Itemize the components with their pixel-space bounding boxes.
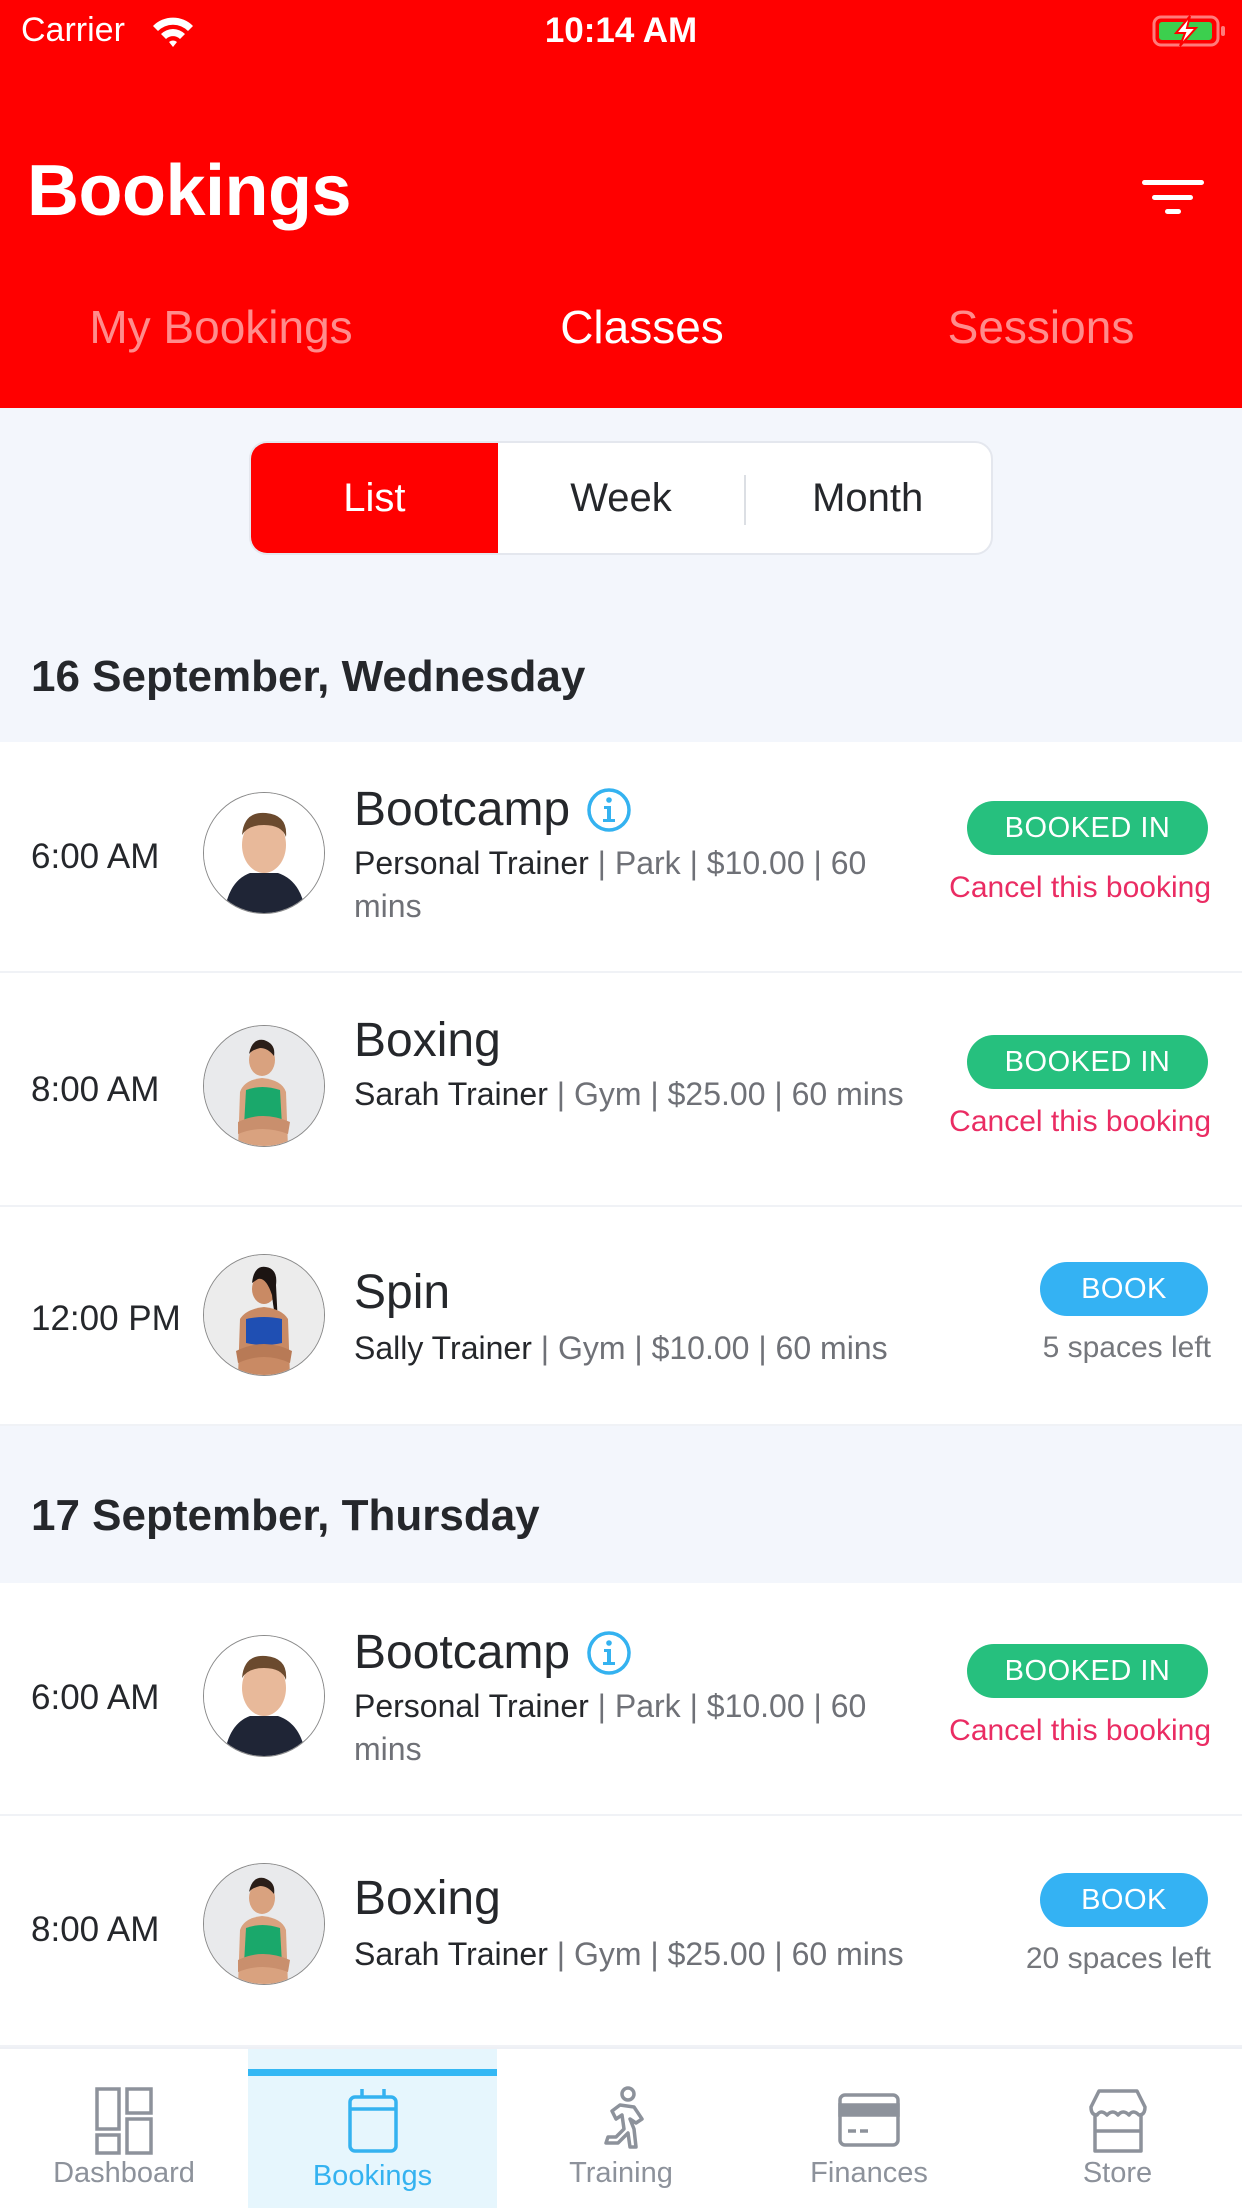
segment-divider — [744, 475, 747, 525]
trainer-avatar — [203, 1635, 325, 1757]
class-details: Personal Trainer | Park | $10.00 | 60 mi… — [354, 842, 914, 928]
app-header: Carrier 10:14 AM Bookings My Bookings Cl… — [0, 0, 1242, 408]
tab-label: Dashboard — [53, 2157, 195, 2189]
class-row[interactable]: 6:00 AM Bootcamp Personal Trainer | Park… — [0, 742, 1242, 973]
spaces-left: 5 spaces left — [1042, 1331, 1211, 1364]
top-tabs: My Bookings Classes Sessions — [0, 300, 1242, 370]
date-header: 17 September, Thursday — [0, 1426, 1242, 1583]
class-row[interactable]: 8:00 AM Boxing Sarah Trainer | Gym | $25… — [0, 1816, 1242, 2047]
trainer-name: Sally Trainer — [354, 1330, 532, 1366]
class-row[interactable]: 6:00 AM Bootcamp Personal Trainer | Park… — [0, 1583, 1242, 1816]
class-time: 6:00 AM — [31, 837, 160, 876]
class-title-line: Bootcamp — [354, 782, 632, 837]
battery-charging-icon — [1152, 15, 1225, 47]
tab-label: Training — [569, 2157, 673, 2189]
class-details: Sarah Trainer | Gym | $25.00 | 60 mins — [354, 1933, 974, 1976]
toggle-month-label: Month — [812, 475, 924, 520]
class-time: 12:00 PM — [31, 1299, 181, 1338]
clock: 10:14 AM — [544, 11, 698, 50]
cancel-booking-link[interactable]: Cancel this booking — [949, 1105, 1211, 1139]
class-title-line: Bootcamp — [354, 1625, 632, 1680]
class-title: Bootcamp — [354, 1626, 571, 1679]
class-title: Spin — [354, 1266, 451, 1319]
class-title-line: Spin — [354, 1265, 450, 1320]
tab-label: Finances — [810, 2157, 928, 2189]
info-icon[interactable] — [586, 787, 632, 833]
toggle-month[interactable]: Month — [744, 443, 991, 553]
toggle-week-label: Week — [570, 475, 672, 520]
info-icon[interactable] — [586, 1630, 632, 1676]
tab-label: Bookings — [312, 2160, 433, 2192]
class-title: Bootcamp — [354, 783, 571, 836]
class-title: Boxing — [354, 1872, 501, 1925]
date-label: 17 September, Thursday — [31, 1491, 540, 1540]
toggle-list[interactable]: List — [251, 443, 498, 553]
class-details: Personal Trainer | Park | $10.00 | 60 mi… — [354, 1685, 914, 1771]
book-button[interactable]: BOOK — [1040, 1873, 1208, 1927]
book-button[interactable]: BOOK — [1040, 1262, 1208, 1316]
trainer-name: Personal Trainer — [354, 845, 589, 881]
tab-bookings[interactable]: Bookings — [248, 2049, 497, 2208]
trainer-name: Personal Trainer — [354, 1688, 589, 1724]
bottom-tab-bar: Dashboard Bookings Training Finances Sto… — [0, 2047, 1242, 2208]
tab-classes[interactable]: Classes — [560, 300, 724, 354]
class-title: Boxing — [354, 1014, 501, 1067]
toggle-week[interactable]: Week — [498, 443, 745, 553]
filter-button[interactable] — [1134, 168, 1214, 228]
class-meta: | Gym | $25.00 | 60 mins — [547, 1936, 904, 1972]
class-title-line: Boxing — [354, 1871, 501, 1926]
trainer-avatar — [203, 1254, 325, 1376]
tab-training[interactable]: Training — [497, 2049, 745, 2208]
tab-dashboard[interactable]: Dashboard — [0, 2049, 248, 2208]
date-label: 16 September, Wednesday — [31, 652, 586, 701]
dashboard-icon — [95, 2087, 153, 2155]
class-meta: | Gym | $10.00 | 60 mins — [531, 1330, 888, 1366]
class-details: Sarah Trainer | Gym | $25.00 | 60 mins — [354, 1073, 914, 1116]
class-row[interactable]: 8:00 AM Boxing Sarah Trainer | Gym | $25… — [0, 973, 1242, 1207]
trainer-avatar — [203, 1863, 325, 1985]
page-title: Bookings — [27, 151, 352, 231]
tab-store[interactable]: Store — [993, 2049, 1242, 2208]
trainer-name: Sarah Trainer — [354, 1076, 548, 1112]
running-icon — [604, 2086, 644, 2149]
booked-in-badge[interactable]: BOOKED IN — [967, 1035, 1208, 1089]
class-title-line: Boxing — [354, 1013, 501, 1068]
class-meta: | Gym | $25.00 | 60 mins — [547, 1076, 904, 1112]
booked-in-badge[interactable]: BOOKED IN — [967, 801, 1208, 855]
date-header: 16 September, Wednesday — [0, 582, 1242, 742]
class-time: 8:00 AM — [31, 1070, 160, 1109]
status-bar: Carrier 10:14 AM — [0, 0, 1242, 62]
cancel-booking-link[interactable]: Cancel this booking — [949, 871, 1211, 905]
class-row[interactable]: 12:00 PM Spin Sally Trainer | Gym | $10.… — [0, 1207, 1242, 1426]
trainer-name: Sarah Trainer — [354, 1936, 548, 1972]
cancel-booking-link[interactable]: Cancel this booking — [949, 1714, 1211, 1748]
store-icon — [1088, 2089, 1147, 2153]
class-time: 6:00 AM — [31, 1678, 160, 1717]
trainer-avatar — [203, 792, 325, 914]
calendar-icon — [347, 2089, 398, 2153]
spaces-left: 20 spaces left — [1025, 1942, 1211, 1975]
tab-finances[interactable]: Finances — [745, 2049, 993, 2208]
tab-label: Store — [1082, 2157, 1153, 2189]
tab-sessions[interactable]: Sessions — [948, 300, 1135, 354]
class-details: Sally Trainer | Gym | $10.00 | 60 mins — [354, 1327, 974, 1370]
trainer-avatar — [203, 1025, 325, 1147]
toggle-list-label: List — [343, 475, 406, 520]
class-time: 8:00 AM — [31, 1910, 160, 1949]
credit-card-icon — [838, 2093, 900, 2147]
booked-in-badge[interactable]: BOOKED IN — [967, 1644, 1208, 1698]
view-toggle: List Week Month — [249, 441, 993, 555]
tab-my-bookings[interactable]: My Bookings — [89, 300, 352, 354]
